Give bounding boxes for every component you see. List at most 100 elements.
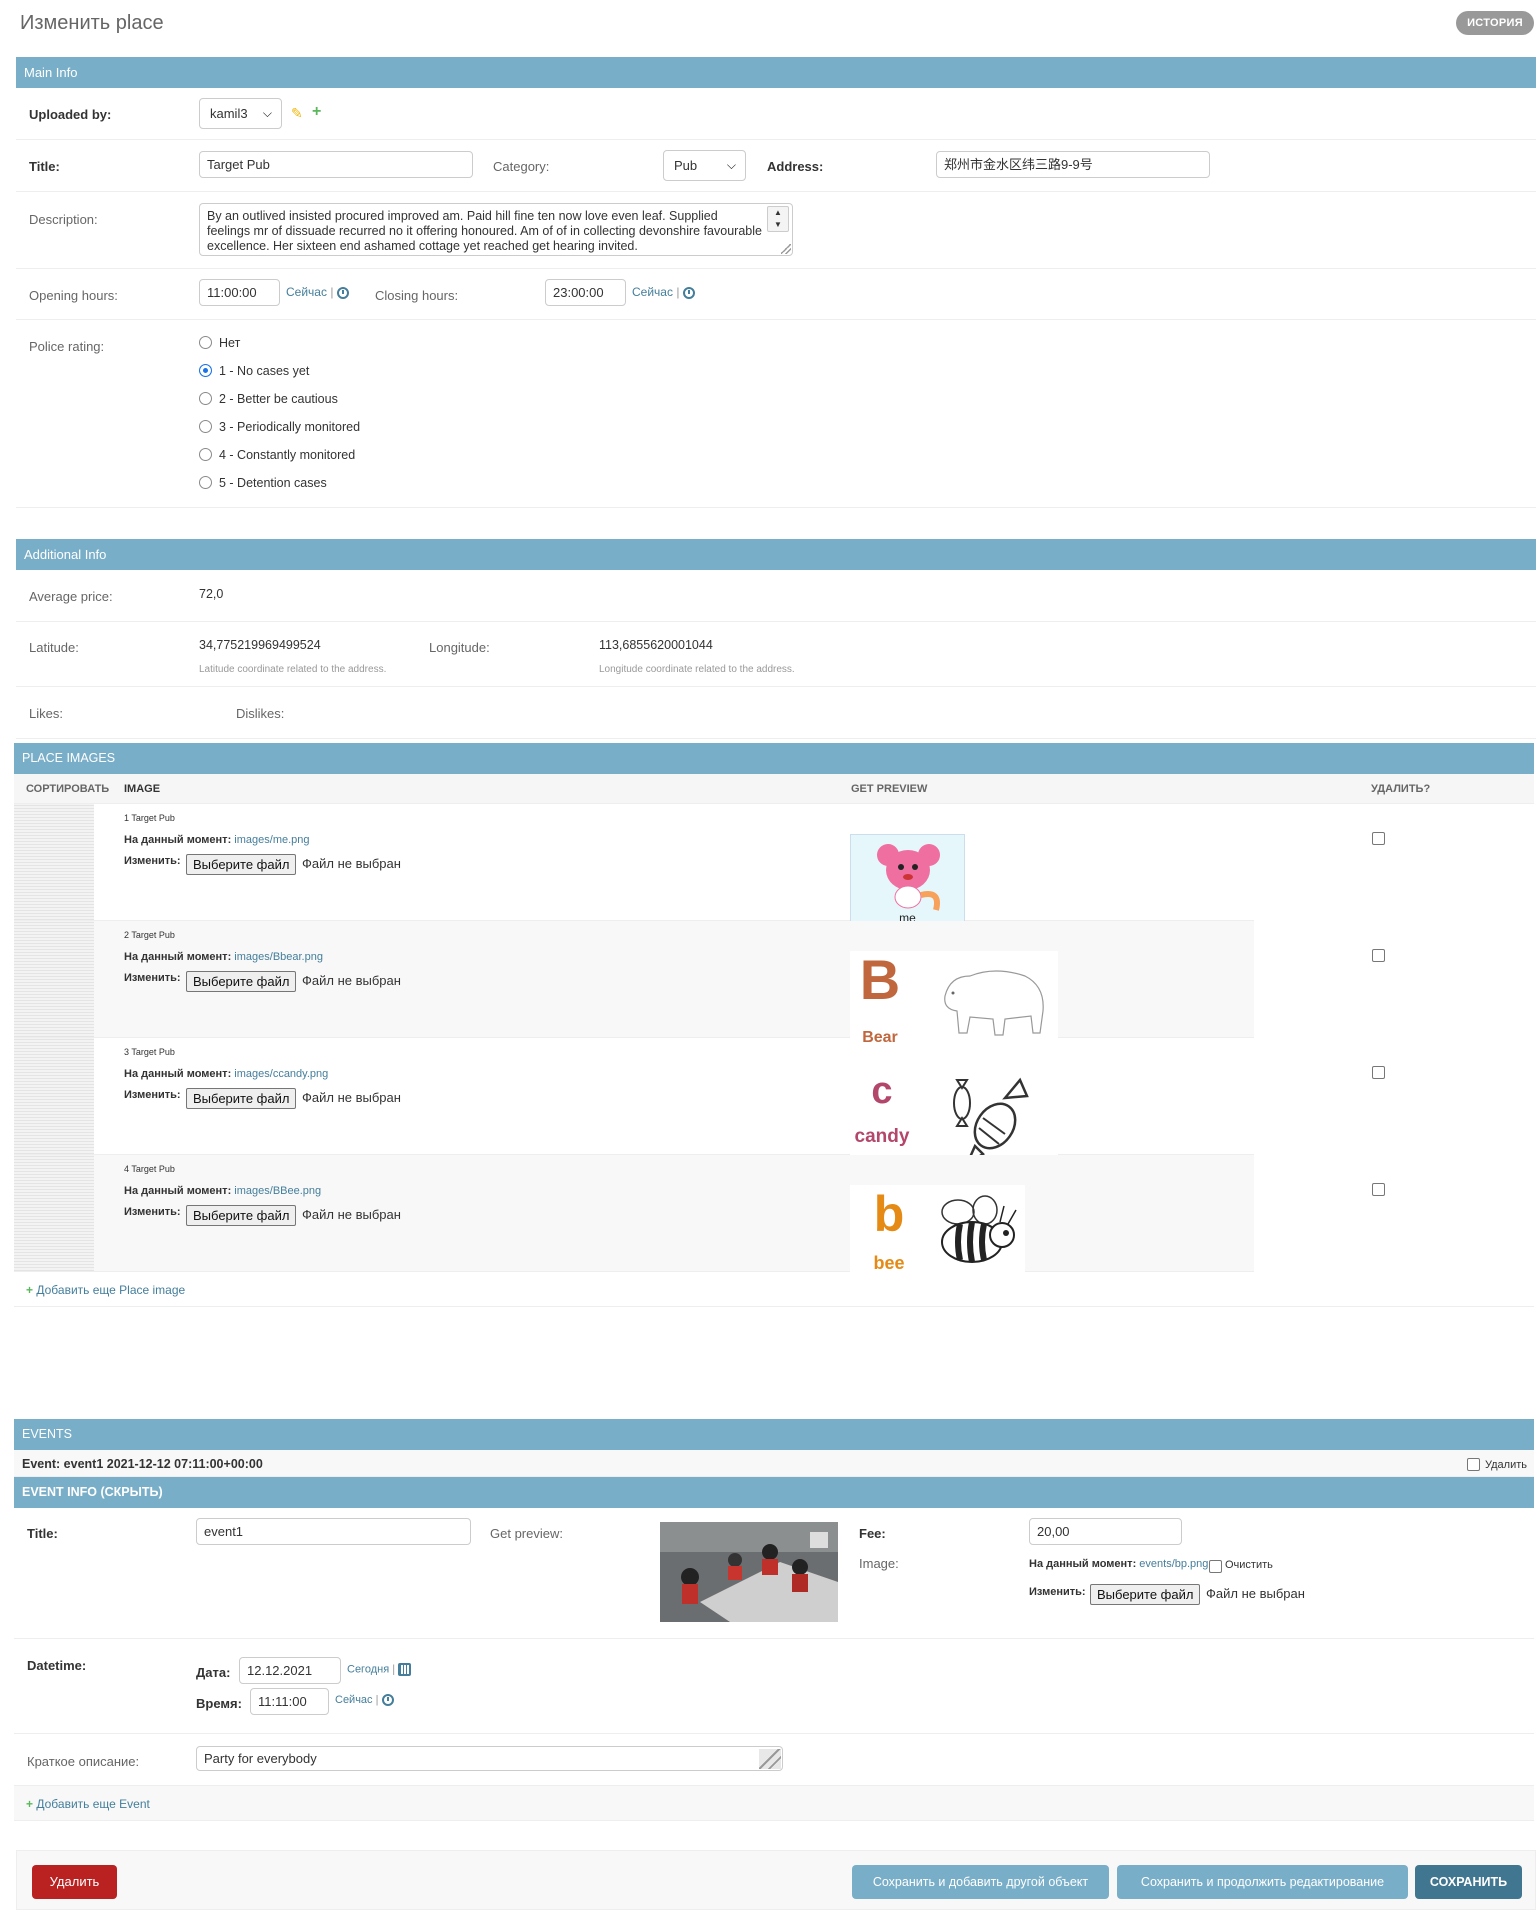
current-file-link[interactable]: images/BBee.png bbox=[234, 1185, 321, 1197]
change-label: Изменить: bbox=[124, 1206, 181, 1218]
radio-label: 4 - Constantly monitored bbox=[219, 448, 356, 462]
place-images-header: Place Images bbox=[14, 743, 1534, 774]
delete-event-checkbox[interactable] bbox=[1467, 1458, 1480, 1471]
delete-checkbox[interactable] bbox=[1372, 949, 1385, 962]
clear-image-checkbox[interactable] bbox=[1209, 1560, 1222, 1573]
choose-file-button[interactable]: Выберите файл bbox=[186, 1205, 297, 1226]
radio-button[interactable] bbox=[199, 476, 212, 489]
radio-button[interactable] bbox=[199, 336, 212, 349]
change-label: Изменить: bbox=[124, 855, 181, 867]
textarea-spinner[interactable]: ▲ ▼ bbox=[767, 206, 789, 232]
event-title-input[interactable]: event1 bbox=[196, 1518, 471, 1545]
time-now-link[interactable]: Сейчас bbox=[335, 1694, 373, 1706]
delete-checkbox[interactable] bbox=[1372, 1183, 1385, 1196]
delete-button[interactable]: Удалить bbox=[32, 1865, 117, 1899]
closing-now-link[interactable]: Сейчас bbox=[632, 285, 673, 299]
save-continue-button[interactable]: Сохранить и продолжить редактирование bbox=[1117, 1865, 1408, 1899]
choose-file-button[interactable]: Выберите файл bbox=[186, 854, 297, 875]
edit-pencil-icon[interactable]: ✎ bbox=[291, 105, 303, 122]
uploaded-by-select[interactable]: kamil3 ⌵ bbox=[199, 98, 282, 129]
drag-handle[interactable] bbox=[14, 804, 94, 920]
preview-image[interactable]: me bbox=[850, 834, 965, 934]
clock-icon[interactable] bbox=[336, 286, 349, 299]
short-description-label: Краткое описание: bbox=[27, 1754, 140, 1769]
longitude-help: Longitude coordinate related to the addr… bbox=[599, 664, 795, 675]
coordinates-row bbox=[16, 622, 1536, 687]
title-input[interactable]: Target Pub bbox=[199, 151, 473, 178]
save-add-another-button[interactable]: Сохранить и добавить другой объект bbox=[852, 1865, 1109, 1899]
bee-drawing-icon bbox=[941, 1195, 1017, 1263]
radio-label: 2 - Better be cautious bbox=[219, 392, 338, 406]
preview-image[interactable]: B Bear bbox=[850, 948, 1058, 1049]
radio-button[interactable] bbox=[199, 392, 212, 405]
drag-handle[interactable] bbox=[14, 1155, 94, 1271]
time-input[interactable]: 11:11:00 bbox=[250, 1688, 329, 1715]
radio-button[interactable] bbox=[199, 448, 212, 461]
add-user-icon[interactable]: + bbox=[312, 103, 321, 121]
drag-handle[interactable] bbox=[14, 921, 94, 1037]
no-file-text: Файл не выбран bbox=[302, 973, 401, 988]
add-place-image-link[interactable]: + Добавить еще Place image bbox=[26, 1283, 185, 1297]
preview-image[interactable]: c candy bbox=[850, 1068, 1058, 1166]
clock-icon[interactable] bbox=[682, 286, 695, 299]
separator: | bbox=[676, 285, 680, 299]
current-file-link[interactable]: images/ccandy.png bbox=[234, 1068, 328, 1080]
title-label: Title: bbox=[29, 159, 60, 174]
opening-hours-input[interactable]: 11:00:00 bbox=[199, 279, 280, 306]
category-value: Pub bbox=[674, 158, 698, 173]
radio-label: Нет bbox=[219, 336, 241, 350]
choose-file-button[interactable]: Выберите файл bbox=[186, 971, 297, 992]
history-button[interactable]: История bbox=[1456, 11, 1534, 35]
drag-handle[interactable] bbox=[14, 1038, 94, 1154]
add-place-image-label: Добавить еще Place image bbox=[36, 1283, 186, 1297]
short-description-textarea[interactable]: Party for everybody bbox=[196, 1746, 783, 1771]
additional-info-header: Additional Info bbox=[16, 539, 1536, 570]
radio-label: 5 - Detention cases bbox=[219, 476, 327, 490]
current-file-link[interactable]: images/me.png bbox=[234, 834, 309, 846]
opening-now-link[interactable]: Сейчас bbox=[286, 285, 327, 299]
row-caption: 2 Target Pub bbox=[124, 930, 175, 940]
calendar-icon[interactable] bbox=[398, 1663, 412, 1676]
address-input[interactable]: 郑州市金水区纬三路9-9号 bbox=[936, 151, 1210, 178]
closing-hours-input[interactable]: 23:00:00 bbox=[545, 279, 626, 306]
table-row: 3 Target Pub На данный момент: images/cc… bbox=[14, 1038, 1385, 1166]
description-textarea[interactable]: By an outlived insisted procured improve… bbox=[199, 203, 793, 256]
current-label: На данный момент: bbox=[124, 1068, 232, 1080]
save-button[interactable]: Сохранить bbox=[1415, 1865, 1522, 1899]
likes-label: Likes: bbox=[29, 706, 63, 721]
radio-button[interactable] bbox=[199, 420, 212, 433]
choose-file-button[interactable]: Выберите файл bbox=[186, 1088, 297, 1109]
event-image-link[interactable]: events/bp.png bbox=[1139, 1558, 1208, 1570]
latitude-label: Latitude: bbox=[29, 640, 79, 655]
table-row: 2 Target Pub На данный момент: images/Bb… bbox=[14, 921, 1385, 1049]
no-file-text: Файл не выбран bbox=[302, 856, 401, 871]
category-select[interactable]: Pub ⌵ bbox=[663, 150, 746, 181]
table-row: 1 Target Pub На данный момент: images/me… bbox=[14, 804, 1385, 934]
datetime-label: Datetime: bbox=[27, 1658, 87, 1673]
fee-input[interactable]: 20,00 bbox=[1029, 1518, 1182, 1545]
resize-handle[interactable] bbox=[759, 1749, 781, 1769]
description-text: By an outlived insisted procured improve… bbox=[207, 209, 762, 253]
add-event-link[interactable]: + Добавить еще Event bbox=[26, 1797, 150, 1811]
resize-handle[interactable] bbox=[781, 244, 791, 254]
delete-checkbox[interactable] bbox=[1372, 1066, 1385, 1079]
date-input[interactable]: 12.12.2021 bbox=[239, 1657, 341, 1684]
uploaded-by-label: Uploaded by: bbox=[29, 107, 112, 122]
clock-icon[interactable] bbox=[381, 1694, 394, 1707]
event-preview-image[interactable] bbox=[660, 1522, 838, 1622]
event-info-header[interactable]: Event info (Скрыть) bbox=[14, 1477, 1534, 1508]
short-description-text: Party for everybody bbox=[204, 1751, 317, 1766]
event-choose-file-button[interactable]: Выберите файл bbox=[1090, 1584, 1201, 1605]
preview-image[interactable]: b bee bbox=[850, 1185, 1025, 1283]
change-label: Изменить: bbox=[124, 1089, 181, 1101]
delete-checkbox[interactable] bbox=[1372, 832, 1385, 845]
radio-button[interactable] bbox=[199, 364, 212, 377]
separator: | bbox=[330, 285, 334, 299]
row-caption: 4 Target Pub bbox=[124, 1164, 175, 1174]
event-photo-icon bbox=[660, 1522, 838, 1622]
current-label: На данный момент: bbox=[124, 834, 232, 846]
average-price-row bbox=[16, 570, 1536, 622]
today-link[interactable]: Сегодня bbox=[347, 1663, 389, 1675]
preview-letter: B bbox=[859, 948, 901, 1011]
current-file-link[interactable]: images/Bbear.png bbox=[234, 951, 323, 963]
